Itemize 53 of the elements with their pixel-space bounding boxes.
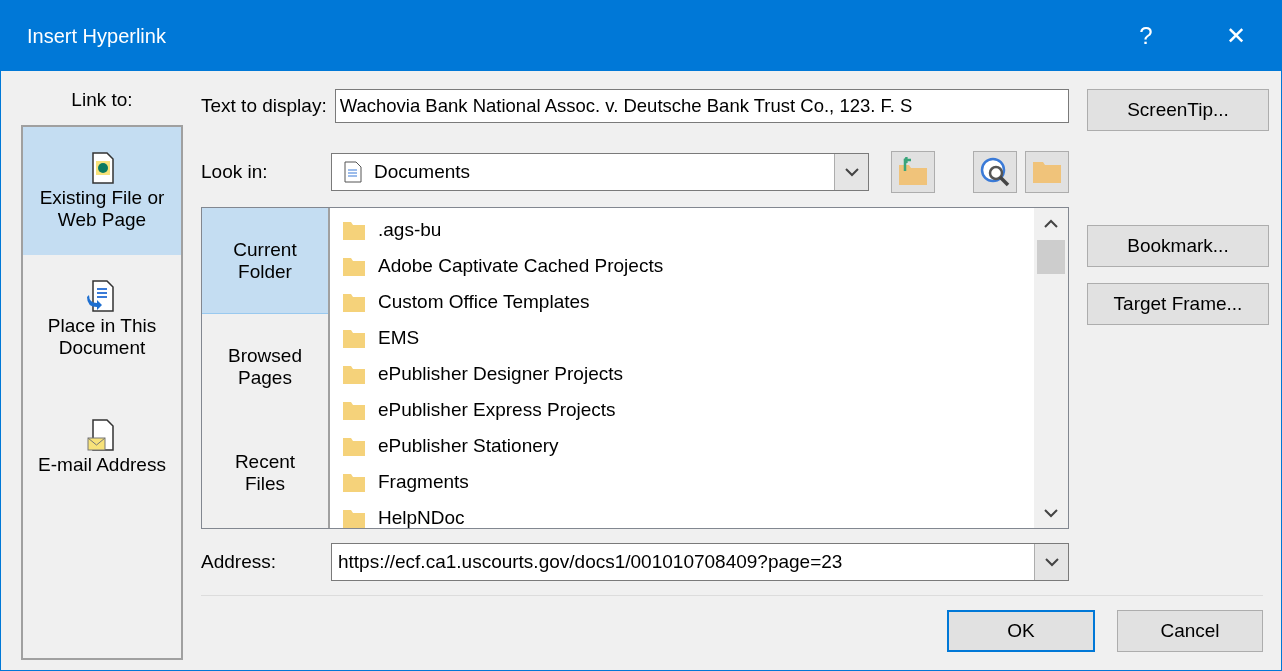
folder-icon <box>342 399 366 421</box>
cancel-button[interactable]: Cancel <box>1117 610 1263 652</box>
browse-web-button[interactable] <box>973 151 1017 193</box>
folder-name[interactable]: HelpNDoc <box>378 507 465 528</box>
folder-icon <box>342 291 366 313</box>
scrollbar-thumb[interactable] <box>1037 240 1065 274</box>
folder-arrow-icon <box>897 157 929 187</box>
folder-icon <box>342 507 366 528</box>
look-in-dropdown[interactable]: Documents <box>331 153 869 191</box>
link-type-item[interactable]: Existing File or Web Page <box>23 127 181 255</box>
folder-icon <box>342 471 366 493</box>
globe-search-icon <box>979 156 1011 188</box>
browse-file-button[interactable] <box>1025 151 1069 193</box>
look-in-label: Look in: <box>201 161 269 183</box>
document-envelope-icon <box>87 418 117 452</box>
up-folder-button[interactable] <box>891 151 935 193</box>
browse-nav-item[interactable]: Recent Files <box>202 420 328 526</box>
folder-name[interactable]: Custom Office Templates <box>378 291 590 313</box>
folder-icon <box>342 435 366 457</box>
help-button[interactable]: ? <box>1101 1 1191 71</box>
scroll-up-icon <box>1044 218 1058 228</box>
close-button[interactable]: ✕ <box>1191 1 1281 71</box>
folder-name[interactable]: ePublisher Designer Projects <box>378 363 623 385</box>
folder-icon <box>342 327 366 349</box>
folder-icon <box>342 363 366 385</box>
scroll-down-icon <box>1044 508 1058 518</box>
folder-name[interactable]: .ags-bu <box>378 219 442 241</box>
text-to-display-label: Text to display: <box>201 95 327 117</box>
window-title: Insert Hyperlink <box>27 24 167 48</box>
link-type-item[interactable]: E-mail Address <box>23 383 181 511</box>
text-to-display-field[interactable]: Wachovia Bank National Assoc. v. Deutsche Bank Trust Co., 123. F. S <box>334 89 1069 123</box>
side-button[interactable]: ScreenTip... <box>1087 89 1269 131</box>
folder-name[interactable]: ePublisher Express Projects <box>378 399 616 421</box>
address-label: Address: <box>201 551 277 573</box>
link-to-label: Link to: <box>70 89 134 112</box>
side-button[interactable]: Bookmark... <box>1087 225 1269 267</box>
browse-nav-item[interactable]: Current Folder <box>202 208 328 314</box>
side-button[interactable]: Target Frame... <box>1087 283 1269 325</box>
scrollbar[interactable] <box>1034 208 1068 528</box>
document-arrow-icon <box>87 279 117 313</box>
folder-name[interactable]: Adobe Captivate Cached Projects <box>378 255 664 277</box>
folder-name[interactable]: Fragments <box>378 471 469 493</box>
document-icon <box>344 161 362 183</box>
dropdown-chevron-icon <box>1044 557 1059 567</box>
address-field[interactable]: https://ecf.ca1.uscourts.gov/docs1/001010708409?page=23 <box>331 543 1069 581</box>
folder-icon <box>342 255 366 277</box>
link-type-item[interactable]: Place in This Document <box>23 255 181 383</box>
folder-name[interactable]: EMS <box>378 327 420 349</box>
folder-name[interactable]: ePublisher Stationery <box>378 435 559 457</box>
browse-nav-item[interactable]: Browsed Pages <box>202 314 328 420</box>
dropdown-chevron-icon <box>844 167 859 177</box>
ok-button[interactable]: OK <box>947 610 1095 652</box>
folder-icon <box>342 219 366 241</box>
